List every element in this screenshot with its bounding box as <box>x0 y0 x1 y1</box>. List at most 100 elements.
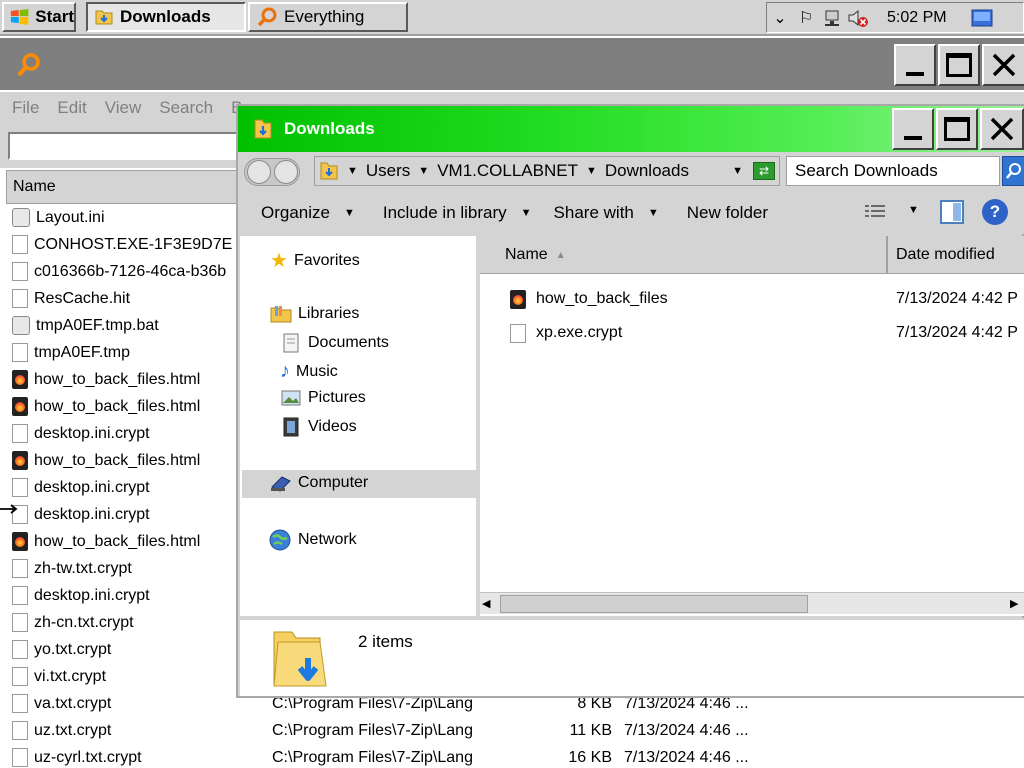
file-icon <box>12 613 28 632</box>
result-row[interactable]: zh-tw.txt.crypt <box>12 555 132 582</box>
file-name: xp.exe.crypt <box>536 324 623 341</box>
clock[interactable]: 5:02 PM <box>887 9 947 27</box>
file-icon <box>12 694 28 713</box>
result-path: C:\Program Files\7-Zip\Lang <box>272 748 473 766</box>
view-options-icon[interactable] <box>864 202 888 227</box>
result-row[interactable]: yo.txt.crypt <box>12 636 111 663</box>
result-size: 11 KB <box>569 721 612 739</box>
preview-pane-icon[interactable] <box>940 200 964 224</box>
taskbar-button-downloads[interactable]: Downloads <box>86 2 246 32</box>
explorer-maximize-button[interactable] <box>936 108 978 150</box>
column-header-date-modified[interactable]: Date modified <box>890 236 1024 274</box>
minimize-button[interactable] <box>894 44 936 86</box>
address-dropdown-icon[interactable]: ▼ <box>732 165 743 177</box>
result-row[interactable]: desktop.ini.crypt <box>12 420 150 447</box>
chevron-down-icon[interactable]: ▼ <box>586 165 597 177</box>
documents-icon <box>283 333 299 353</box>
include-in-library-button[interactable]: Include in library ▼ <box>383 203 532 223</box>
volume-muted-icon[interactable] <box>845 6 871 30</box>
result-row[interactable]: Layout.ini <box>12 204 105 231</box>
flag-icon[interactable]: ⚐ <box>793 6 819 30</box>
taskbar-button-everything[interactable]: Everything <box>248 2 408 32</box>
result-name: desktop.ini.crypt <box>34 478 150 496</box>
maximize-icon <box>944 117 970 141</box>
chevron-down-icon[interactable]: ▼ <box>908 204 919 216</box>
network-icon[interactable] <box>819 6 845 30</box>
refresh-icon[interactable]: ⇄ <box>753 162 775 180</box>
everything-column-header-name[interactable]: Name <box>6 170 246 204</box>
nav-label: Libraries <box>298 305 360 322</box>
result-row[interactable]: how_to_back_files.html <box>12 447 200 474</box>
chevron-down-icon[interactable]: ⌄ <box>767 6 793 30</box>
close-button[interactable] <box>982 44 1024 86</box>
result-row[interactable]: how_to_back_files.html <box>12 366 200 393</box>
file-icon <box>12 640 28 659</box>
result-size: 16 KB <box>568 748 612 766</box>
explorer-close-button[interactable] <box>980 108 1024 150</box>
breadcrumb-user[interactable]: VM1.COLLABNET <box>437 161 578 181</box>
result-name: desktop.ini.crypt <box>34 586 150 604</box>
help-icon[interactable]: ? <box>982 199 1008 225</box>
file-icon <box>12 289 28 308</box>
back-button[interactable] <box>246 160 271 184</box>
scrollbar-thumb[interactable] <box>500 595 808 613</box>
chevron-down-icon: ▼ <box>343 207 355 219</box>
search-button[interactable] <box>1002 156 1024 186</box>
nav-pictures[interactable]: Pictures <box>280 388 366 408</box>
explorer-minimize-button[interactable] <box>892 108 934 150</box>
nav-label: Documents <box>308 334 389 351</box>
nav-computer[interactable]: Computer <box>270 473 368 493</box>
result-row[interactable]: uz-cyrl.txt.crypt C:\Program Files\7-Zip\… <box>12 744 749 768</box>
nav-music[interactable]: ♪ Music <box>280 360 338 383</box>
file-icon <box>12 586 28 605</box>
result-row[interactable]: desktop.ini.crypt <box>12 474 150 501</box>
menu-view[interactable]: View <box>105 98 142 118</box>
result-row[interactable]: tmpA0EF.tmp.bat <box>12 312 159 339</box>
nav-label: Music <box>296 362 338 380</box>
result-row[interactable]: uz.txt.crypt C:\Program Files\7-Zip\Lang 1… <box>12 717 749 744</box>
result-row[interactable]: CONHOST.EXE-1F3E9D7E <box>12 231 232 258</box>
result-row[interactable]: how_to_back_files.html <box>12 393 200 420</box>
nav-label: Computer <box>298 474 369 491</box>
new-folder-button[interactable]: New folder <box>687 203 768 223</box>
result-row[interactable]: desktop.ini.crypt <box>12 582 150 609</box>
column-header-name[interactable]: Name ▲ <box>480 236 888 274</box>
result-row[interactable]: tmpA0EF.tmp <box>12 339 130 366</box>
result-row[interactable]: how_to_back_files.html <box>12 528 200 555</box>
file-row[interactable]: xp.exe.crypt 7/13/2024 4:42 P <box>510 322 1020 346</box>
chevron-down-icon[interactable]: ▼ <box>418 165 429 177</box>
share-with-button[interactable]: Share with ▼ <box>554 203 659 223</box>
breadcrumb[interactable]: ▼ Users ▼ VM1.COLLABNET ▼ Downloads ▼ ⇄ <box>314 156 780 186</box>
nav-libraries[interactable]: Libraries <box>270 304 359 324</box>
result-row[interactable]: zh-cn.txt.crypt <box>12 609 134 636</box>
chevron-down-icon[interactable]: ▼ <box>347 165 358 177</box>
chevron-down-icon: ▼ <box>520 207 532 219</box>
show-desktop-icon[interactable] <box>969 6 995 30</box>
file-row[interactable]: how_to_back_files 7/13/2024 4:42 P <box>510 288 1020 312</box>
maximize-button[interactable] <box>938 44 980 86</box>
menu-search[interactable]: Search <box>159 98 213 118</box>
breadcrumb-downloads[interactable]: Downloads <box>605 161 689 181</box>
scroll-left-icon[interactable]: ◀ <box>482 597 490 610</box>
search-downloads-input[interactable]: Search Downloads <box>786 156 1000 186</box>
nav-documents[interactable]: Documents <box>280 332 389 354</box>
start-button[interactable]: Start <box>2 2 76 32</box>
pictures-icon <box>281 390 301 406</box>
horizontal-scrollbar[interactable]: ◀ ▶ <box>480 592 1024 614</box>
organize-button[interactable]: Organize ▼ <box>261 203 355 223</box>
menu-edit[interactable]: Edit <box>57 98 86 118</box>
forward-button[interactable] <box>273 160 298 184</box>
nav-label: Network <box>298 531 357 548</box>
scroll-right-icon[interactable]: ▶ <box>1010 597 1018 610</box>
result-name: va.txt.crypt <box>34 694 112 712</box>
result-row[interactable]: desktop.ini.crypt <box>12 501 150 528</box>
result-row[interactable]: vi.txt.crypt <box>12 663 106 690</box>
menu-file[interactable]: File <box>12 98 39 118</box>
breadcrumb-users[interactable]: Users <box>366 161 410 181</box>
result-row[interactable]: c016366b-7126-46ca-b36b <box>12 258 226 285</box>
nav-favorites[interactable]: ★ Favorites <box>270 248 360 273</box>
result-row[interactable]: va.txt.crypt C:\Program Files\7-Zip\Lang 8… <box>12 690 749 717</box>
nav-network[interactable]: Network <box>268 528 357 552</box>
result-row[interactable]: ResCache.hit <box>12 285 130 312</box>
nav-videos[interactable]: Videos <box>280 416 357 438</box>
